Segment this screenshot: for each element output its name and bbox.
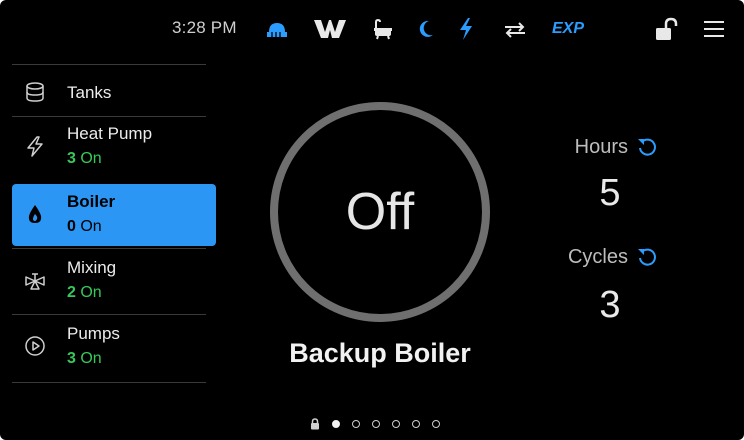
exchange-icon[interactable] [504,22,526,38]
page-dot[interactable] [392,420,400,428]
controller-screen: 3:28 PM EXP Tanks Heat Pump 3 On Boiler … [0,0,744,440]
on-word: On [80,350,102,367]
sidebar-divider [12,382,206,383]
sidebar-item-label: Boiler [67,192,116,211]
sidebar-item-boiler[interactable]: Boiler 0 On [12,184,216,246]
on-count: 3 [67,150,76,167]
page-dot[interactable] [352,420,360,428]
sidebar-item-status: 0 On [67,218,102,236]
page-dot[interactable] [412,420,420,428]
power-icon[interactable] [458,18,474,40]
page-dot[interactable] [372,420,380,428]
sidebar-item-label: Tanks [67,83,112,102]
sidebar-item-status: 2 On [67,284,102,302]
hours-label: Hours [574,136,628,158]
hours-value: 5 [599,172,621,214]
on-count: 2 [67,284,76,301]
floor-heat-icon[interactable] [266,20,288,38]
bath-icon[interactable] [372,18,394,40]
sidebar-item-mixing[interactable]: Mixing 2 On [12,250,216,312]
page-lock-icon [311,418,319,430]
mixing-valve-icon [25,273,45,290]
flame-icon [28,205,42,223]
on-count: 0 [67,218,76,235]
sidebar-item-label: Mixing [67,258,117,277]
exp-label[interactable]: EXP [552,20,584,38]
on-word: On [80,284,102,301]
hours-reset-icon[interactable] [636,136,658,158]
cycles-reset-icon[interactable] [636,246,658,268]
sidebar-item-status: 3 On [67,350,102,368]
on-word: On [80,218,102,235]
clock: 3:28 PM [172,18,237,37]
sidebar-item-pumps[interactable]: Pumps 3 On [12,316,216,378]
page-dot[interactable] [432,420,440,428]
sidebar-item-heat-pump[interactable]: Heat Pump 3 On [12,116,216,178]
on-word: On [80,150,102,167]
cycles-label: Cycles [567,246,628,268]
status-bar: 3:28 PM EXP [0,0,744,60]
sidebar-item-label: Heat Pump [67,124,153,143]
sidebar-item-status: 3 On [67,150,102,168]
on-count: 3 [67,350,76,367]
pump-icon [25,336,45,356]
device-title: Backup Boiler [289,338,471,368]
status-dial[interactable]: Off [270,102,490,322]
unlock-icon[interactable] [654,17,678,41]
page-dot[interactable] [332,420,340,428]
sidebar-divider [12,248,206,249]
boiler-status-text: Off [345,183,415,241]
heat-pump-icon [27,136,43,157]
cycles-value: 3 [599,284,621,326]
sidebar-item-tanks[interactable]: Tanks [12,62,216,124]
tank-icon [26,82,44,102]
night-mode-icon[interactable] [418,20,434,38]
menu-icon[interactable] [704,20,724,38]
sidebar-divider [12,314,206,315]
sidebar-item-label: Pumps [67,324,120,343]
dhw-w-icon[interactable] [314,20,346,38]
